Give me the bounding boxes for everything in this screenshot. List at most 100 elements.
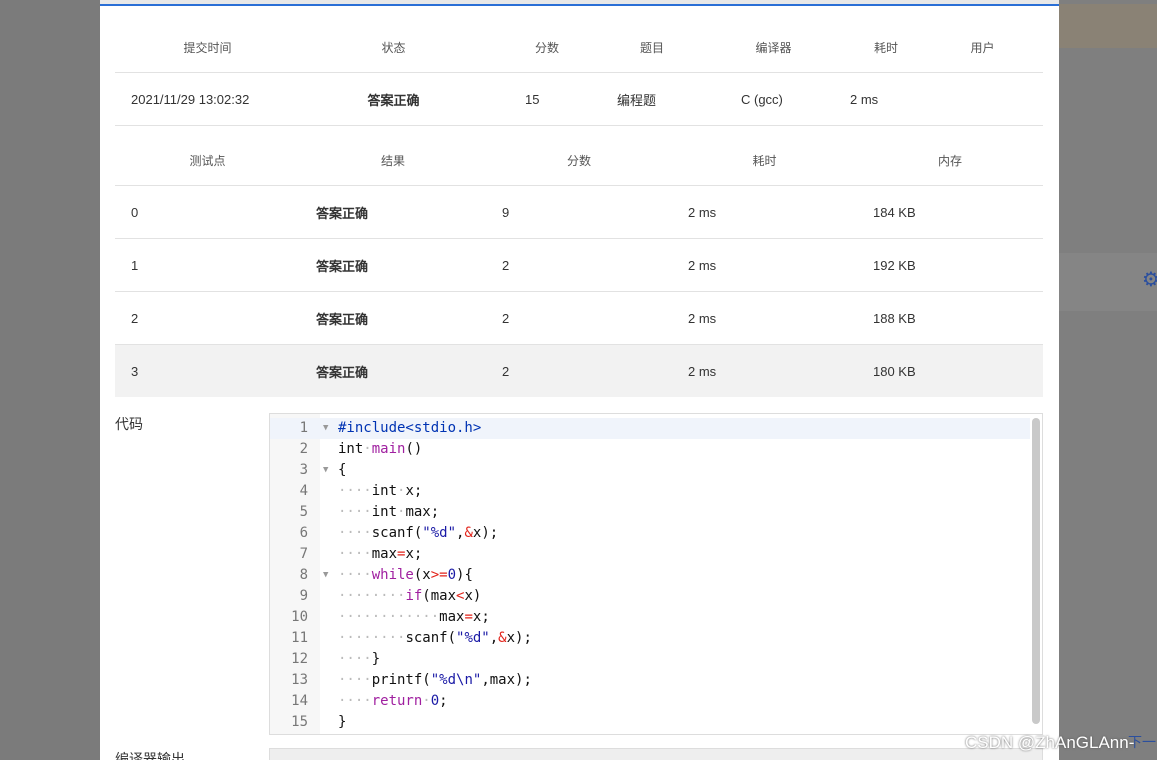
code-text: ····} — [338, 651, 381, 667]
watermark: CSDN @ZhAnGLAnn- — [965, 733, 1135, 752]
code-text: ····while(x>=0){ — [338, 567, 473, 583]
testcase-result: 答案正确 — [300, 291, 486, 345]
compiler-output-box — [269, 748, 1043, 760]
line-number: 6 — [299, 525, 308, 541]
line-number: 12 — [291, 651, 308, 667]
header-testcase: 测试点 — [115, 135, 300, 186]
testcase-row: 0 答案正确 9 2 ms 184 KB — [115, 185, 1043, 239]
compiler-output-label: 编译器输出 — [115, 751, 185, 760]
code-line: 6 ····scanf("%d",&x); — [270, 523, 1030, 544]
line-number: 14 — [291, 693, 308, 709]
code-scrollbar[interactable] — [1032, 418, 1040, 724]
background-banner — [1059, 4, 1157, 48]
problem-link[interactable]: 编程题 — [607, 72, 697, 126]
background-page-right — [1059, 0, 1157, 760]
submission-row: 2021/11/29 13:02:32 答案正确 15 编程题 C (gcc) … — [115, 72, 1043, 126]
code-text: { — [338, 462, 347, 478]
code-text: ····return·0; — [338, 693, 448, 709]
line-number: 4 — [299, 483, 308, 499]
testcase-id: 2 — [115, 291, 300, 345]
line-number: 15 — [291, 714, 308, 730]
code-line: 13 ····printf("%d\n",max); — [270, 670, 1030, 691]
testcase-memory: 184 KB — [857, 185, 1043, 239]
testcase-memory: 188 KB — [857, 291, 1043, 345]
header-user: 用户 — [922, 22, 1043, 73]
submit-time: 2021/11/29 13:02:32 — [115, 72, 300, 126]
testcase-id: 3 — [115, 344, 300, 397]
code-text: ····scanf("%d",&x); — [338, 525, 499, 541]
testcase-id: 0 — [115, 185, 300, 239]
code-line: 2 int·main() — [270, 439, 1030, 460]
code-text: #include<stdio.h> — [338, 420, 482, 436]
header-elapsed: 耗时 — [850, 22, 922, 73]
testcase-score: 2 — [486, 291, 672, 345]
code-label: 代码 — [115, 416, 143, 432]
line-number: 8 — [299, 567, 308, 583]
line-number: 5 — [299, 504, 308, 520]
header-tc-score: 分数 — [486, 135, 672, 186]
testcase-row-hovered: 3 答案正确 2 2 ms 180 KB — [115, 344, 1043, 397]
modal-accent-line — [100, 4, 1059, 6]
code-line: 10 ············max=x; — [270, 607, 1030, 628]
line-number: 10 — [291, 609, 308, 625]
testcase-score: 9 — [486, 185, 672, 239]
code-text: ············max=x; — [338, 609, 490, 625]
header-tc-time: 耗时 — [672, 135, 857, 186]
code-text: ········scanf("%d",&x); — [338, 630, 532, 646]
code-line: 3 ▼ { — [270, 460, 1030, 481]
line-number: 1 — [299, 420, 308, 436]
testcase-result: 答案正确 — [300, 185, 486, 239]
header-compiler: 编译器 — [697, 22, 850, 73]
code-text: ····max=x; — [338, 546, 423, 562]
code-line: 9 ········if(max<x) — [270, 586, 1030, 607]
line-number: 2 — [299, 441, 308, 457]
testcase-score: 2 — [486, 238, 672, 292]
submission-table: 提交时间 状态 分数 题目 编译器 耗时 用户 2021/11/29 13:02… — [115, 22, 1043, 126]
code-line: 8 ▼ ····while(x>=0){ — [270, 565, 1030, 586]
submission-elapsed: 2 ms — [850, 72, 922, 126]
testcase-id: 1 — [115, 238, 300, 292]
code-line: 4 ····int·x; — [270, 481, 1030, 502]
code-line: 11 ········scanf("%d",&x); — [270, 628, 1030, 649]
submission-score: 15 — [487, 72, 607, 126]
testcase-row: 2 答案正确 2 2 ms 188 KB — [115, 291, 1043, 345]
testcase-table: 测试点 结果 分数 耗时 内存 0 答案正确 9 2 ms 184 KB 1 答… — [115, 135, 1043, 397]
testcase-time: 2 ms — [672, 185, 857, 239]
testcase-memory: 180 KB — [857, 344, 1043, 397]
code-line: 12 ····} — [270, 649, 1030, 670]
line-number: 9 — [299, 588, 308, 604]
header-memory: 内存 — [857, 135, 1043, 186]
code-text: int·main() — [338, 441, 423, 457]
fold-toggle-icon[interactable]: ▼ — [323, 565, 328, 586]
line-number: 13 — [291, 672, 308, 688]
header-result: 结果 — [300, 135, 486, 186]
code-text: ········if(max<x) — [338, 588, 482, 604]
testcase-time: 2 ms — [672, 291, 857, 345]
header-problem: 题目 — [607, 22, 697, 73]
status-badge: 答案正确 — [300, 72, 487, 126]
background-page-left — [0, 0, 100, 760]
testcase-time: 2 ms — [672, 344, 857, 397]
testcase-result: 答案正确 — [300, 344, 486, 397]
header-submit-time: 提交时间 — [115, 22, 300, 73]
fold-toggle-icon[interactable]: ▼ — [323, 460, 328, 481]
header-score: 分数 — [487, 22, 607, 73]
code-text: ····printf("%d\n",max); — [338, 672, 532, 688]
testcase-header-row: 测试点 结果 分数 耗时 内存 — [115, 135, 1043, 186]
line-number: 3 — [299, 462, 308, 478]
fold-toggle-icon[interactable]: ▼ — [323, 418, 328, 439]
code-line: 7 ····max=x; — [270, 544, 1030, 565]
submission-detail-modal: 提交时间 状态 分数 题目 编译器 耗时 用户 2021/11/29 13:02… — [100, 0, 1059, 760]
testcase-memory: 192 KB — [857, 238, 1043, 292]
testcase-result: 答案正确 — [300, 238, 486, 292]
code-line: 15} — [270, 712, 1030, 733]
line-number: 11 — [291, 630, 308, 646]
testcase-time: 2 ms — [672, 238, 857, 292]
submission-user[interactable] — [922, 72, 1043, 126]
testcase-score: 2 — [486, 344, 672, 397]
compiler-name: C (gcc) — [697, 72, 850, 126]
code-editor[interactable]: 1 ▼ #include<stdio.h> 2 int·main() 3 ▼ {4 ····in… — [269, 413, 1043, 735]
gear-icon[interactable]: ⚙ — [1142, 270, 1157, 290]
line-number: 7 — [299, 546, 308, 562]
submission-header-row: 提交时间 状态 分数 题目 编译器 耗时 用户 — [115, 22, 1043, 73]
